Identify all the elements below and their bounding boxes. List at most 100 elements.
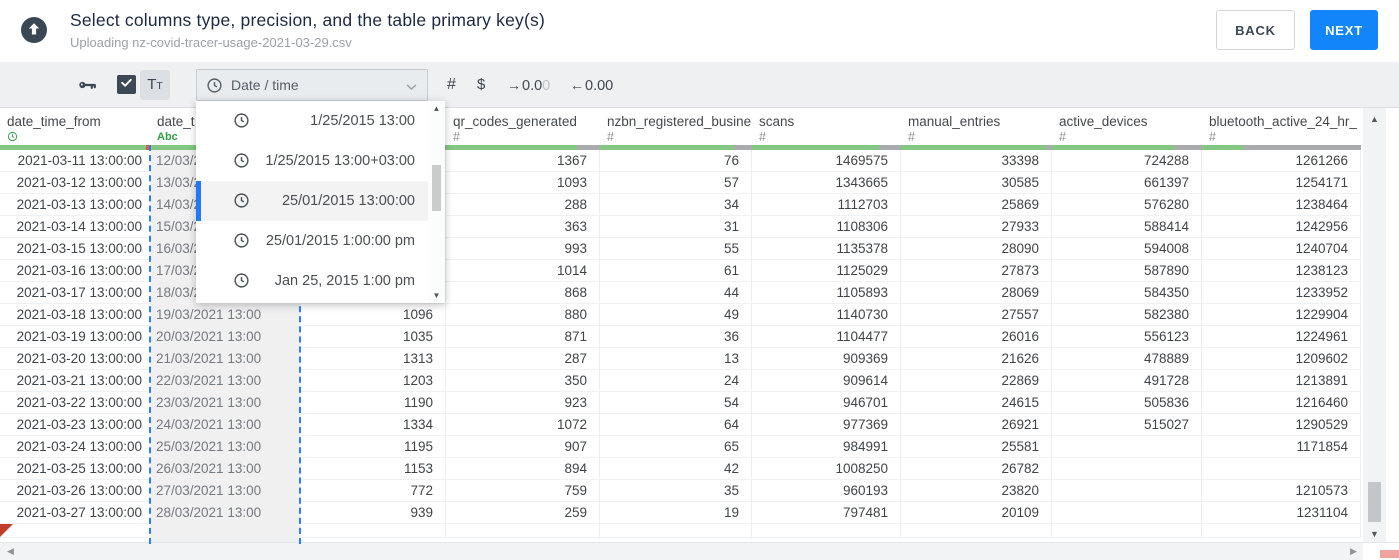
table-cell[interactable]: 21626 bbox=[901, 348, 1052, 370]
checkbox[interactable] bbox=[117, 75, 136, 94]
scroll-right-icon[interactable]: ▶ bbox=[1350, 543, 1357, 560]
table-cell[interactable]: 2021-03-26 13:00:00 bbox=[0, 480, 150, 502]
table-cell[interactable]: 21/03/2021 13:00 bbox=[150, 348, 301, 370]
table-cell[interactable] bbox=[446, 524, 600, 538]
table-cell[interactable]: 22/03/2021 13:00 bbox=[150, 370, 301, 392]
table-cell[interactable]: 661397 bbox=[1052, 172, 1202, 194]
table-cell[interactable]: 1008250 bbox=[752, 458, 901, 480]
table-cell[interactable]: 64 bbox=[600, 414, 752, 436]
table-cell[interactable]: 27933 bbox=[901, 216, 1052, 238]
table-cell[interactable]: 42 bbox=[600, 458, 752, 480]
table-cell[interactable]: 363 bbox=[446, 216, 600, 238]
table-cell[interactable]: 23820 bbox=[901, 480, 1052, 502]
table-cell[interactable]: 287 bbox=[446, 348, 600, 370]
table-cell[interactable]: 1203 bbox=[301, 370, 446, 392]
table-cell[interactable]: 909614 bbox=[752, 370, 901, 392]
dropdown-option[interactable]: 25/01/2015 13:00:00 bbox=[196, 181, 445, 221]
table-cell[interactable]: 1469575 bbox=[752, 150, 901, 172]
table-cell[interactable]: 984991 bbox=[752, 436, 901, 458]
table-cell[interactable]: 1210573 bbox=[1202, 480, 1361, 502]
table-cell[interactable]: 1171854 bbox=[1202, 436, 1361, 458]
table-cell[interactable]: 1190 bbox=[301, 392, 446, 414]
table-cell[interactable]: 57 bbox=[600, 172, 752, 194]
table-cell[interactable]: 1112703 bbox=[752, 194, 901, 216]
table-cell[interactable]: 515027 bbox=[1052, 414, 1202, 436]
table-cell[interactable]: 19/03/2021 13:00 bbox=[150, 304, 301, 326]
table-cell[interactable]: 1238123 bbox=[1202, 260, 1361, 282]
table-cell[interactable]: 2021-03-18 13:00:00 bbox=[0, 304, 150, 326]
table-cell[interactable]: 907 bbox=[446, 436, 600, 458]
table-cell[interactable]: 33398 bbox=[901, 150, 1052, 172]
type-dropdown[interactable]: Date / time bbox=[196, 69, 428, 101]
table-cell[interactable]: 27873 bbox=[901, 260, 1052, 282]
table-cell[interactable]: 1105893 bbox=[752, 282, 901, 304]
table-cell[interactable]: 22869 bbox=[901, 370, 1052, 392]
table-cell[interactable]: 2021-03-24 13:00:00 bbox=[0, 436, 150, 458]
table-cell[interactable]: 1108306 bbox=[752, 216, 901, 238]
table-cell[interactable]: 2021-03-23 13:00:00 bbox=[0, 414, 150, 436]
decrease-decimal-button[interactable]: ←0.00 bbox=[570, 62, 613, 108]
vertical-scrollbar[interactable]: ▲ ▼ bbox=[1363, 108, 1386, 545]
vertical-scrollbar-thumb[interactable] bbox=[1368, 482, 1381, 522]
table-cell[interactable]: 1343665 bbox=[752, 172, 901, 194]
dropdown-scrollbar-thumb[interactable] bbox=[432, 165, 441, 211]
table-cell[interactable]: 478889 bbox=[1052, 348, 1202, 370]
table-cell[interactable] bbox=[901, 524, 1052, 538]
table-cell[interactable]: 1238464 bbox=[1202, 194, 1361, 216]
table-cell[interactable]: 576280 bbox=[1052, 194, 1202, 216]
table-cell[interactable]: 23/03/2021 13:00 bbox=[150, 392, 301, 414]
table-cell[interactable]: 2021-03-16 13:00:00 bbox=[0, 260, 150, 282]
table-cell[interactable]: 505836 bbox=[1052, 392, 1202, 414]
next-button[interactable]: NEXT bbox=[1310, 10, 1378, 50]
table-cell[interactable]: 2021-03-21 13:00:00 bbox=[0, 370, 150, 392]
table-cell[interactable]: 34 bbox=[600, 194, 752, 216]
table-cell[interactable]: 977369 bbox=[752, 414, 901, 436]
table-cell[interactable] bbox=[1052, 480, 1202, 502]
table-cell[interactable]: 26921 bbox=[901, 414, 1052, 436]
dropdown-scroll-down-icon[interactable]: ▼ bbox=[428, 291, 445, 300]
dropdown-scrollbar[interactable]: ▲ ▼ bbox=[428, 101, 445, 303]
table-cell[interactable]: 44 bbox=[600, 282, 752, 304]
table-cell[interactable]: 1035 bbox=[301, 326, 446, 348]
table-cell[interactable]: 923 bbox=[446, 392, 600, 414]
table-cell[interactable] bbox=[1052, 524, 1202, 538]
dropdown-option[interactable]: Jan 25, 2015 1:00 pm bbox=[196, 261, 445, 301]
table-cell[interactable]: 491728 bbox=[1052, 370, 1202, 392]
table-cell[interactable]: 26/03/2021 13:00 bbox=[150, 458, 301, 480]
table-cell[interactable]: 24615 bbox=[901, 392, 1052, 414]
table-cell[interactable]: 61 bbox=[600, 260, 752, 282]
table-cell[interactable]: 2021-03-27 13:00:00 bbox=[0, 502, 150, 524]
table-cell[interactable]: 582380 bbox=[1052, 304, 1202, 326]
table-cell[interactable]: 1153 bbox=[301, 458, 446, 480]
table-cell[interactable]: 20/03/2021 13:00 bbox=[150, 326, 301, 348]
table-cell[interactable]: 259 bbox=[446, 502, 600, 524]
table-cell[interactable]: 1233952 bbox=[1202, 282, 1361, 304]
table-cell[interactable]: 2021-03-13 13:00:00 bbox=[0, 194, 150, 216]
table-cell[interactable]: 1195 bbox=[301, 436, 446, 458]
table-cell[interactable]: 1014 bbox=[446, 260, 600, 282]
horizontal-scrollbar[interactable]: ◀ ▶ bbox=[0, 542, 1399, 560]
table-cell[interactable]: 797481 bbox=[752, 502, 901, 524]
table-cell[interactable]: 1334 bbox=[301, 414, 446, 436]
table-cell[interactable] bbox=[600, 524, 752, 538]
table-cell[interactable]: 1093 bbox=[446, 172, 600, 194]
table-cell[interactable]: 1242956 bbox=[1202, 216, 1361, 238]
table-cell[interactable]: 939 bbox=[301, 502, 446, 524]
table-cell[interactable]: 1209602 bbox=[1202, 348, 1361, 370]
table-cell[interactable]: 588414 bbox=[1052, 216, 1202, 238]
table-cell[interactable] bbox=[0, 524, 150, 538]
table-cell[interactable]: 13 bbox=[600, 348, 752, 370]
table-cell[interactable]: 1213891 bbox=[1202, 370, 1361, 392]
table-cell[interactable]: 1290529 bbox=[1202, 414, 1361, 436]
table-cell[interactable]: 556123 bbox=[1052, 326, 1202, 348]
table-cell[interactable] bbox=[301, 524, 446, 538]
table-cell[interactable]: 1313 bbox=[301, 348, 446, 370]
table-cell[interactable]: 894 bbox=[446, 458, 600, 480]
table-cell[interactable]: 54 bbox=[600, 392, 752, 414]
column-header-date_time_from[interactable]: date_time_from bbox=[0, 108, 150, 150]
primary-key-icon[interactable] bbox=[76, 74, 98, 101]
table-cell[interactable]: 960193 bbox=[752, 480, 901, 502]
table-cell[interactable]: 993 bbox=[446, 238, 600, 260]
table-cell[interactable]: 1216460 bbox=[1202, 392, 1361, 414]
table-cell[interactable] bbox=[1052, 436, 1202, 458]
